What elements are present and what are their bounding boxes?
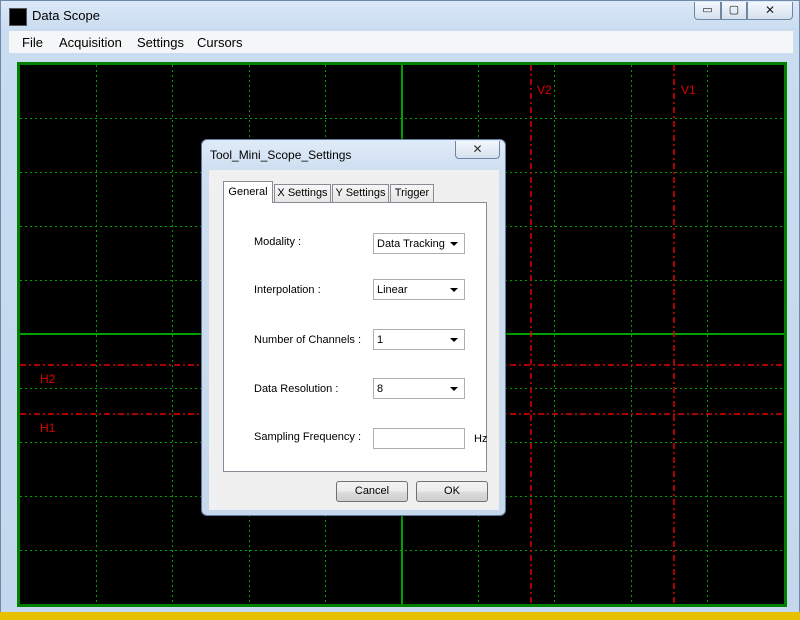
interpolation-value: Linear	[377, 284, 408, 296]
tab-y-settings[interactable]: Y Settings	[332, 184, 389, 202]
chevron-down-icon	[450, 242, 458, 246]
sampling-unit: Hz	[474, 433, 488, 445]
cursor-v2-label: V2	[537, 83, 552, 97]
app-icon	[9, 8, 27, 26]
chevron-down-icon	[450, 288, 458, 292]
modality-label: Modality :	[254, 236, 302, 248]
title-bar[interactable]: Data Scope ▭ ▢ ✕	[1, 1, 799, 31]
resolution-label: Data Resolution :	[254, 383, 339, 395]
channels-value: 1	[377, 334, 384, 346]
menu-cursors[interactable]: Cursors	[197, 35, 243, 50]
dialog-title: Tool_Mini_Scope_Settings	[210, 148, 352, 162]
modality-dropdown[interactable]: Data Tracking	[373, 233, 465, 254]
cursor-h2-label: H2	[40, 372, 56, 386]
minimize-button[interactable]: ▭	[694, 2, 721, 20]
settings-dialog: Tool_Mini_Scope_Settings ✕ General X Set…	[201, 139, 506, 516]
taskbar-edge	[0, 612, 800, 620]
menu-acquisition[interactable]: Acquisition	[59, 35, 122, 50]
chevron-down-icon	[450, 387, 458, 391]
menu-bar: File Acquisition Settings Cursors	[9, 31, 793, 53]
channels-label: Number of Channels :	[254, 334, 361, 346]
resolution-dropdown[interactable]: 8	[373, 378, 465, 399]
general-tab-panel: Modality : Data Tracking Interpolation :…	[223, 202, 487, 472]
ok-button[interactable]: OK	[416, 481, 488, 502]
cancel-button[interactable]: Cancel	[336, 481, 408, 502]
cursor-h1-label: H1	[40, 421, 56, 435]
resolution-value: 8	[377, 383, 384, 395]
dialog-body: General X Settings Y Settings Trigger Mo…	[209, 170, 499, 510]
close-button[interactable]: ✕	[747, 2, 793, 20]
menu-settings[interactable]: Settings	[137, 35, 184, 50]
chevron-down-icon	[450, 338, 458, 342]
menu-file[interactable]: File	[22, 35, 43, 50]
interpolation-dropdown[interactable]: Linear	[373, 279, 465, 300]
interpolation-label: Interpolation :	[254, 284, 321, 296]
tab-trigger[interactable]: Trigger	[390, 184, 434, 202]
tab-x-settings[interactable]: X Settings	[274, 184, 331, 202]
window-title: Data Scope	[32, 8, 100, 23]
maximize-button[interactable]: ▢	[721, 2, 747, 20]
sampling-frequency-input[interactable]	[373, 428, 465, 449]
channels-dropdown[interactable]: 1	[373, 329, 465, 350]
cursor-v1-label: V1	[681, 83, 696, 97]
dialog-close-button[interactable]: ✕	[455, 141, 500, 159]
sampling-label: Sampling Frequency :	[254, 431, 361, 443]
modality-value: Data Tracking	[377, 238, 445, 250]
tab-general[interactable]: General	[223, 181, 273, 203]
